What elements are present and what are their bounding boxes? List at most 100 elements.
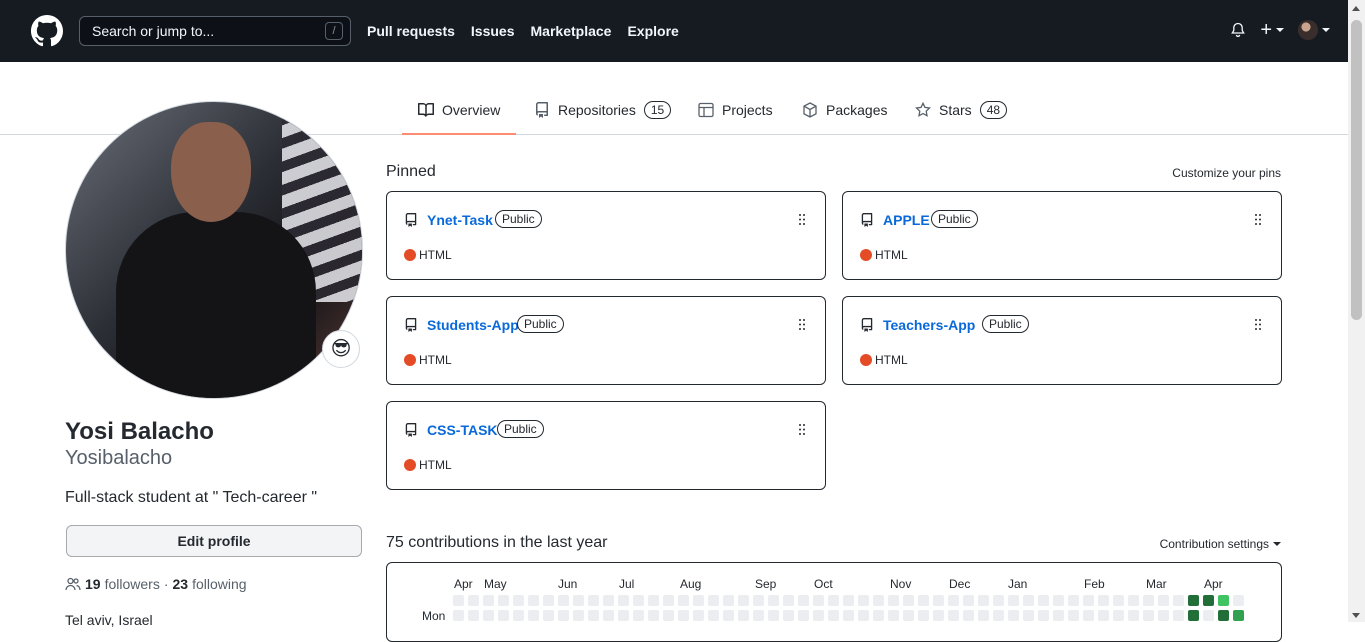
contribution-day-cell[interactable] xyxy=(1173,595,1184,606)
contribution-day-cell[interactable] xyxy=(978,610,989,621)
contribution-day-cell[interactable] xyxy=(1038,595,1049,606)
contribution-day-cell[interactable] xyxy=(1188,595,1199,606)
contribution-day-cell[interactable] xyxy=(1023,610,1034,621)
user-menu-button[interactable] xyxy=(1298,20,1330,40)
scroll-down-arrow-icon[interactable] xyxy=(1352,613,1360,618)
contribution-day-cell[interactable] xyxy=(603,595,614,606)
contribution-day-cell[interactable] xyxy=(1158,595,1169,606)
contribution-day-cell[interactable] xyxy=(648,595,659,606)
contribution-day-cell[interactable] xyxy=(708,595,719,606)
contribution-day-cell[interactable] xyxy=(1218,610,1229,621)
contribution-day-cell[interactable] xyxy=(993,595,1004,606)
contribution-day-cell[interactable] xyxy=(1173,610,1184,621)
drag-handle-icon[interactable] xyxy=(799,319,805,330)
contribution-day-cell[interactable] xyxy=(1068,610,1079,621)
contribution-day-cell[interactable] xyxy=(933,610,944,621)
contribution-settings-button[interactable]: Contribution settings xyxy=(1160,537,1281,551)
contribution-day-cell[interactable] xyxy=(1023,595,1034,606)
repo-name-link[interactable]: Students-App xyxy=(427,317,519,333)
contribution-day-cell[interactable] xyxy=(528,610,539,621)
contribution-day-cell[interactable] xyxy=(1203,595,1214,606)
contribution-day-cell[interactable] xyxy=(768,610,779,621)
drag-handle-icon[interactable] xyxy=(799,424,805,435)
contribution-day-cell[interactable] xyxy=(828,610,839,621)
bell-icon[interactable] xyxy=(1230,21,1246,39)
contribution-day-cell[interactable] xyxy=(678,595,689,606)
drag-handle-icon[interactable] xyxy=(1255,214,1261,225)
search-input[interactable]: Search or jump to... / xyxy=(79,16,351,46)
contribution-day-cell[interactable] xyxy=(498,610,509,621)
contribution-day-cell[interactable] xyxy=(813,610,824,621)
contribution-day-cell[interactable] xyxy=(1158,610,1169,621)
contribution-day-cell[interactable] xyxy=(873,595,884,606)
contribution-day-cell[interactable] xyxy=(1233,595,1244,606)
contribution-day-cell[interactable] xyxy=(978,595,989,606)
contribution-day-cell[interactable] xyxy=(1038,610,1049,621)
contribution-day-cell[interactable] xyxy=(843,595,854,606)
contribution-day-cell[interactable] xyxy=(543,595,554,606)
nav-marketplace[interactable]: Marketplace xyxy=(531,23,612,39)
contribution-day-cell[interactable] xyxy=(738,595,749,606)
tab-stars[interactable]: Stars 48 xyxy=(915,86,1008,134)
contribution-day-cell[interactable] xyxy=(618,610,629,621)
contribution-day-cell[interactable] xyxy=(1188,610,1199,621)
contribution-day-cell[interactable] xyxy=(618,595,629,606)
contribution-day-cell[interactable] xyxy=(573,610,584,621)
contribution-day-cell[interactable] xyxy=(753,595,764,606)
contribution-day-cell[interactable] xyxy=(948,610,959,621)
contribution-day-cell[interactable] xyxy=(558,595,569,606)
contribution-day-cell[interactable] xyxy=(783,595,794,606)
contribution-day-cell[interactable] xyxy=(723,610,734,621)
contribution-day-cell[interactable] xyxy=(1233,610,1244,621)
contribution-day-cell[interactable] xyxy=(1113,610,1124,621)
nav-pull-requests[interactable]: Pull requests xyxy=(367,23,455,39)
tab-repositories[interactable]: Repositories 15 xyxy=(534,86,672,134)
contribution-day-cell[interactable] xyxy=(723,595,734,606)
repo-name-link[interactable]: APPLE xyxy=(883,212,930,228)
contribution-day-cell[interactable] xyxy=(453,595,464,606)
contribution-day-cell[interactable] xyxy=(633,595,644,606)
contribution-day-cell[interactable] xyxy=(843,610,854,621)
contribution-day-cell[interactable] xyxy=(1083,610,1094,621)
status-emoji-button[interactable]: 😎 xyxy=(322,330,360,368)
contribution-day-cell[interactable] xyxy=(483,595,494,606)
contribution-day-cell[interactable] xyxy=(543,610,554,621)
customize-pins-link[interactable]: Customize your pins xyxy=(1172,166,1281,180)
contribution-day-cell[interactable] xyxy=(948,595,959,606)
contribution-day-cell[interactable] xyxy=(513,595,524,606)
contribution-day-cell[interactable] xyxy=(588,595,599,606)
contribution-day-cell[interactable] xyxy=(963,610,974,621)
contribution-day-cell[interactable] xyxy=(693,595,704,606)
contribution-day-cell[interactable] xyxy=(1128,610,1139,621)
contribution-day-cell[interactable] xyxy=(1143,610,1154,621)
tab-projects[interactable]: Projects xyxy=(698,86,773,134)
contribution-day-cell[interactable] xyxy=(1098,610,1109,621)
contribution-day-cell[interactable] xyxy=(858,610,869,621)
contribution-day-cell[interactable] xyxy=(528,595,539,606)
scroll-up-arrow-icon[interactable] xyxy=(1352,6,1360,11)
contribution-day-cell[interactable] xyxy=(558,610,569,621)
followers-count[interactable]: 19 xyxy=(85,576,101,592)
contribution-day-cell[interactable] xyxy=(858,595,869,606)
contribution-day-cell[interactable] xyxy=(888,610,899,621)
following-label[interactable]: following xyxy=(192,576,246,592)
contribution-day-cell[interactable] xyxy=(663,595,674,606)
contribution-day-cell[interactable] xyxy=(678,610,689,621)
contribution-day-cell[interactable] xyxy=(903,595,914,606)
edit-profile-button[interactable]: Edit profile xyxy=(66,525,362,557)
contribution-day-cell[interactable] xyxy=(1143,595,1154,606)
contribution-day-cell[interactable] xyxy=(783,610,794,621)
contribution-day-cell[interactable] xyxy=(738,610,749,621)
contribution-day-cell[interactable] xyxy=(468,595,479,606)
contribution-day-cell[interactable] xyxy=(798,595,809,606)
contribution-day-cell[interactable] xyxy=(918,610,929,621)
contribution-day-cell[interactable] xyxy=(1008,595,1019,606)
contribution-day-cell[interactable] xyxy=(1203,610,1214,621)
repo-name-link[interactable]: Teachers-App xyxy=(883,317,975,333)
contribution-day-cell[interactable] xyxy=(648,610,659,621)
contribution-day-cell[interactable] xyxy=(903,610,914,621)
contribution-day-cell[interactable] xyxy=(663,610,674,621)
contribution-day-cell[interactable] xyxy=(753,610,764,621)
contribution-day-cell[interactable] xyxy=(453,610,464,621)
contribution-day-cell[interactable] xyxy=(1053,610,1064,621)
